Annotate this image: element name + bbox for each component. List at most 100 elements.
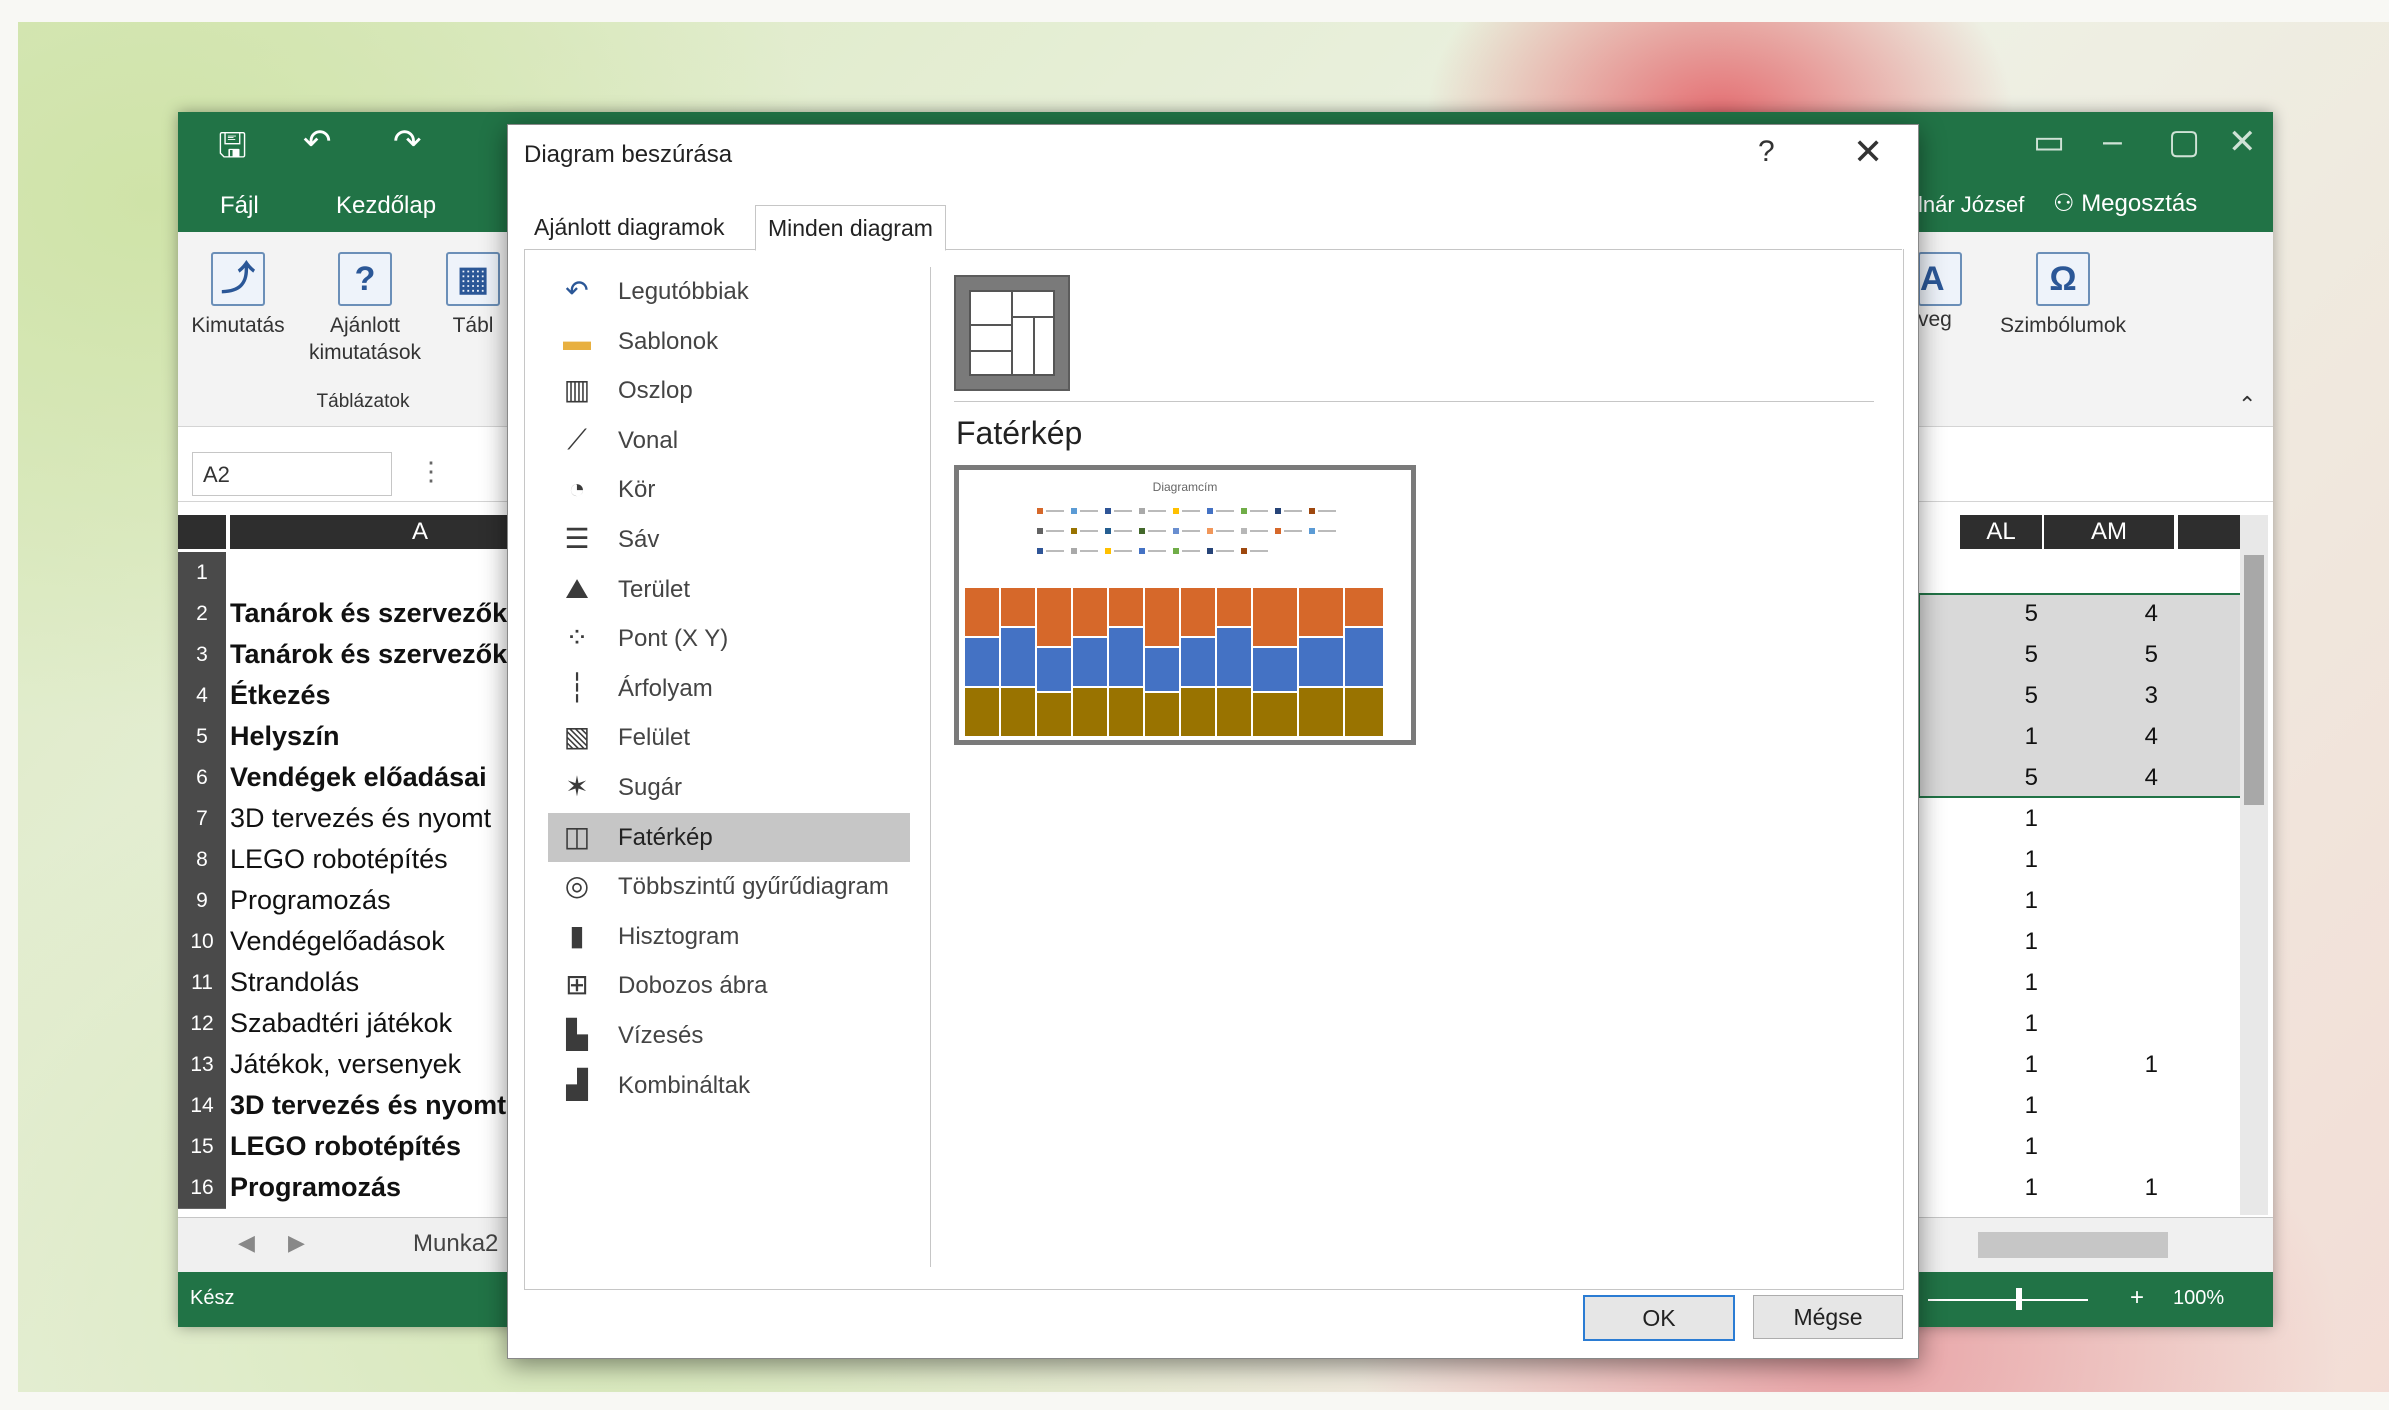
zoom-in-icon[interactable]: + [2130,1284,2144,1312]
tab-all-charts[interactable]: Minden diagram [755,205,946,251]
name-box[interactable]: A2 [192,452,392,496]
row-header[interactable]: 3 [178,634,226,676]
row-header[interactable]: 9 [178,880,226,922]
cell-am[interactable] [2098,1085,2158,1126]
cell-am[interactable] [2098,880,2158,921]
collapse-ribbon-icon[interactable]: ⌃ [2238,392,2256,418]
chart-category-item[interactable]: ▮ Hisztogram [548,912,910,961]
chart-category-item[interactable]: ↶ Legutóbbiak [548,267,910,316]
cell-am[interactable] [2098,1003,2158,1044]
cell-al[interactable]: 1 [1978,1126,2038,1167]
row-header[interactable]: 8 [178,839,226,881]
cell-al[interactable]: 1 [1978,962,2038,1003]
ribbon-display-icon[interactable]: ▭ [2033,122,2065,162]
tab-recommended-charts[interactable]: Ajánlott diagramok [522,205,737,249]
text-button[interactable]: A veg [1918,252,1978,333]
cancel-button[interactable]: Mégse [1753,1295,1903,1339]
row-header[interactable]: 14 [178,1085,226,1127]
minimize-icon[interactable]: – [2103,122,2122,161]
scatter-chart-icon: ⁘ [565,622,589,654]
column-header-next[interactable] [2178,515,2240,549]
cell-al[interactable]: 1 [1978,1044,2038,1085]
chart-category-item[interactable]: ⊞ Dobozos ábra [548,961,910,1010]
prev-sheet-icon[interactable]: ◀ [238,1230,255,1256]
zoom-slider[interactable] [1928,1299,2088,1301]
selection-border [1918,593,2263,798]
save-icon[interactable]: 🖫 [218,122,247,179]
chart-category-item[interactable]: ⛰ Terület [548,565,910,614]
chart-category-label: Sugár [618,774,683,801]
close-window-icon[interactable]: ✕ [2228,122,2257,162]
share-button[interactable]: ⚇ Megosztás [2053,189,2197,218]
chart-category-item[interactable]: ◎ Többszintű gyűrűdiagram [548,862,910,911]
chart-category-item[interactable]: ▬ Sablonok [548,317,910,366]
cell-al[interactable]: 1 [1978,839,2038,880]
treemap-tile [965,638,999,686]
row-header[interactable]: 13 [178,1044,226,1086]
chart-category-item[interactable]: ✶ Sugár [548,763,910,812]
vertical-scrollbar[interactable] [2240,515,2268,1215]
zoom-slider-thumb[interactable] [2016,1288,2022,1310]
cell-am[interactable]: 1 [2098,1167,2158,1208]
chart-category-item[interactable]: ☰ Sáv [548,515,910,564]
help-button[interactable]: ? [1758,135,1775,169]
row-header[interactable]: 16 [178,1167,226,1209]
symbols-button[interactable]: Ω Szimbólumok [1983,252,2143,339]
maximize-icon[interactable]: ▢ [2168,122,2200,162]
cell-am[interactable] [2098,962,2158,1003]
row-header[interactable]: 4 [178,675,226,717]
sheet-tab-munka2[interactable]: Munka2 [413,1230,498,1258]
recommended-pivottables-button[interactable]: ? Ajánlott kimutatások [300,252,430,367]
horizontal-scrollbar[interactable] [1978,1232,2168,1258]
next-sheet-icon[interactable]: ▶ [288,1230,305,1256]
chart-category-item[interactable]: ▥ Oszlop [548,366,910,415]
row-header[interactable]: 7 [178,798,226,840]
row-header[interactable]: 12 [178,1003,226,1045]
row-header[interactable]: 11 [178,962,226,1004]
chart-category-item[interactable]: ▟ Kombináltak [548,1061,910,1110]
row-header[interactable]: 5 [178,716,226,758]
chart-category-item[interactable]: ◔ Kör [548,465,910,514]
cell-am[interactable] [2098,839,2158,880]
row-header[interactable]: 15 [178,1126,226,1168]
tab-home[interactable]: Kezdőlap [336,192,436,220]
chart-category-item[interactable]: ▙ Vízesés [548,1011,910,1060]
chart-category-item[interactable]: ⟋ Vonal [548,416,910,465]
column-header-al[interactable]: AL [1960,515,2042,549]
cell-am[interactable] [2098,1126,2158,1167]
pivottable-button[interactable]: ⤴ Kimutatás [188,252,288,339]
table-button[interactable]: ▦ Tábl [440,252,506,339]
undo-icon[interactable]: ↶ [303,122,332,162]
treemap-preview[interactable]: Diagramcím [954,465,1416,745]
chart-category-item[interactable]: ◫ Fatérkép [548,812,910,862]
zoom-level[interactable]: 100% [2173,1287,2224,1310]
area-chart-icon: ⛰ [565,572,589,604]
row-header[interactable]: 10 [178,921,226,963]
cell-al[interactable]: 1 [1978,921,2038,962]
tab-file[interactable]: Fájl [220,192,259,220]
close-icon[interactable]: ✕ [1853,131,1883,173]
row-header[interactable]: 1 [178,552,226,594]
histogram-icon: ▮ [569,919,585,951]
column-header-am[interactable]: AM [2044,515,2174,549]
chart-category-item[interactable]: ⁘ Pont (X Y) [548,614,910,663]
row-header[interactable]: 6 [178,757,226,799]
cell-al[interactable]: 1 [1978,798,2038,839]
cell-al[interactable]: 1 [1978,1003,2038,1044]
cell-am[interactable] [2098,552,2158,593]
select-all-corner[interactable] [178,515,226,549]
row-header[interactable]: 2 [178,593,226,635]
ok-button[interactable]: OK [1583,1295,1735,1341]
treemap-subtype-thumbnail[interactable] [954,275,1070,391]
cell-al[interactable] [1978,552,2038,593]
cell-am[interactable]: 1 [2098,1044,2158,1085]
chart-category-item[interactable]: ┆ Árfolyam [548,664,910,713]
cell-al[interactable]: 1 [1978,1085,2038,1126]
cell-al[interactable]: 1 [1978,1167,2038,1208]
scrollbar-thumb[interactable] [2244,555,2264,805]
cell-am[interactable] [2098,798,2158,839]
redo-icon[interactable]: ↷ [393,122,422,162]
cell-am[interactable] [2098,921,2158,962]
chart-category-item[interactable]: ▧ Felület [548,713,910,762]
cell-al[interactable]: 1 [1978,880,2038,921]
